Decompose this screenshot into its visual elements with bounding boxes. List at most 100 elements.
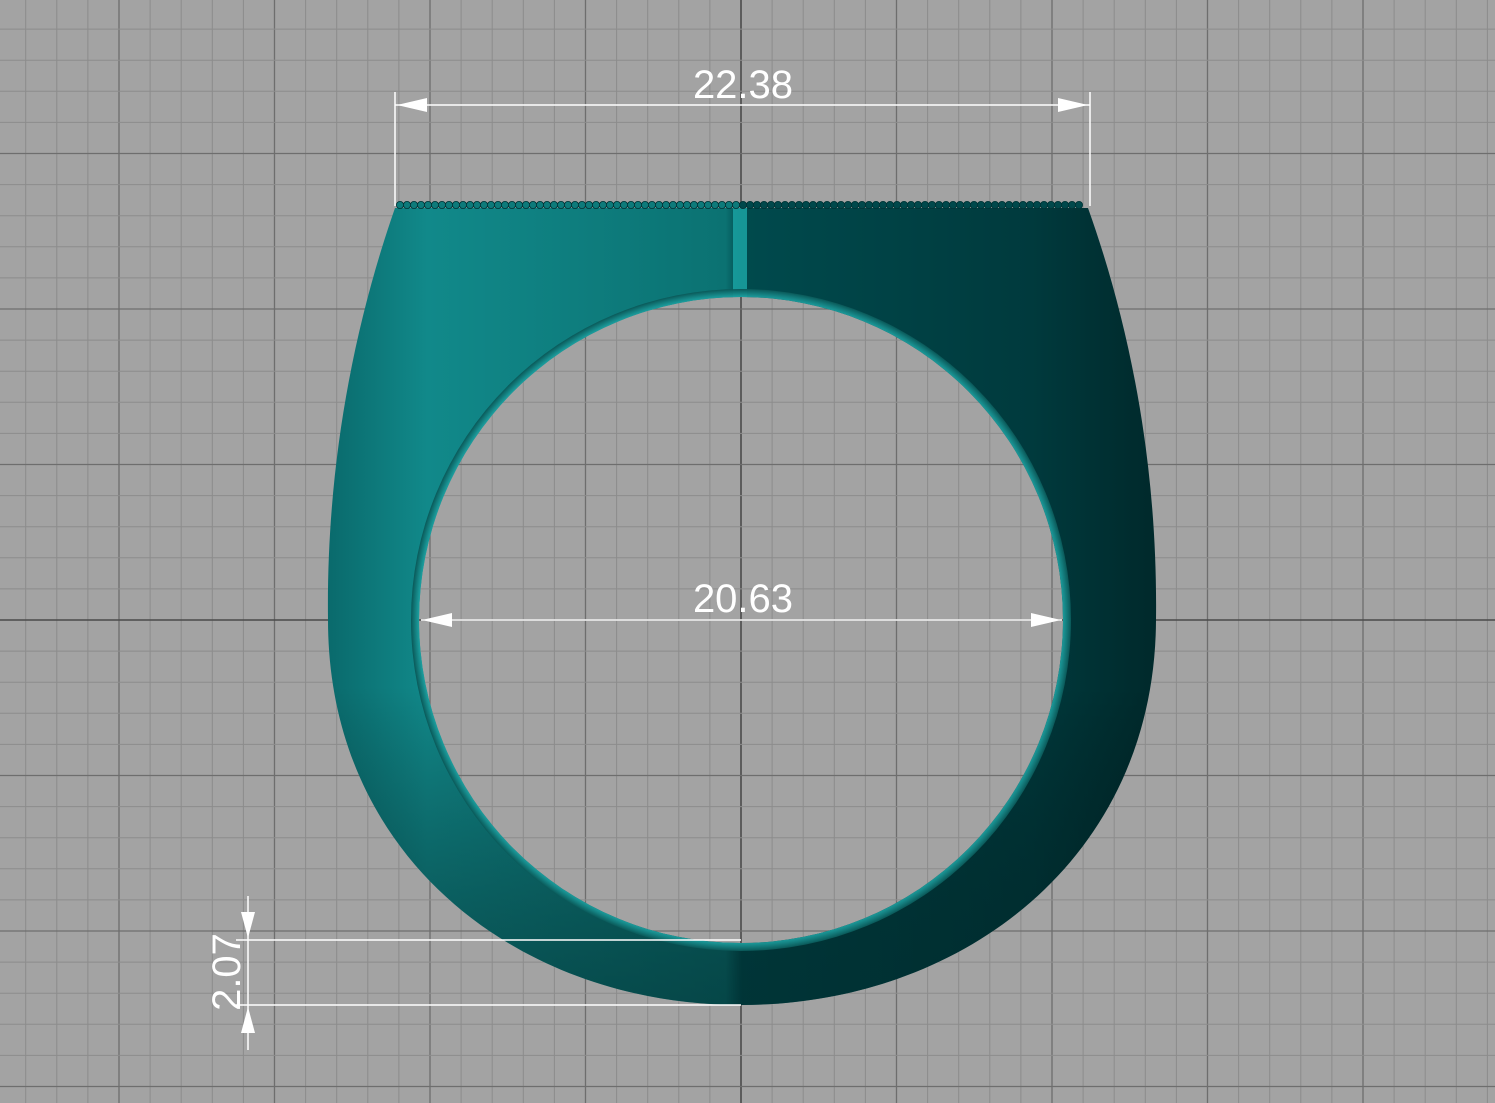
pave-stone — [774, 200, 783, 209]
pave-stone — [760, 200, 769, 209]
pave-stone — [578, 200, 587, 209]
pave-stone — [486, 200, 495, 209]
pave-stone — [704, 200, 713, 209]
pave-stone — [921, 200, 930, 209]
pave-stone — [529, 200, 538, 209]
pave-stone — [963, 200, 972, 209]
pave-stone — [669, 200, 678, 209]
pave-stone — [416, 200, 425, 209]
pave-stone — [879, 200, 888, 209]
pave-stone — [795, 200, 804, 209]
pave-stone — [816, 200, 825, 209]
pave-stone — [493, 200, 502, 209]
pave-stone — [970, 200, 979, 209]
pave-stone — [900, 200, 909, 209]
pave-stone — [648, 200, 657, 209]
pave-stone — [949, 200, 958, 209]
pave-stone — [697, 200, 706, 209]
pave-stone — [872, 200, 881, 209]
pave-stone — [662, 200, 671, 209]
pave-stone — [907, 200, 916, 209]
pave-stone — [914, 200, 923, 209]
pave-stone — [1047, 200, 1056, 209]
pave-stone — [634, 200, 643, 209]
pave-stone — [479, 200, 488, 209]
pave-stone — [928, 200, 937, 209]
pave-stone — [767, 200, 776, 209]
pave-stone — [1075, 200, 1084, 209]
pave-stones-row — [395, 200, 1084, 209]
pave-stone — [1012, 200, 1021, 209]
ring-top-seam — [733, 208, 747, 303]
pave-stone — [844, 200, 853, 209]
pave-stone — [613, 200, 622, 209]
pave-stone — [977, 200, 986, 209]
pave-stone — [522, 200, 531, 209]
pave-stone — [627, 200, 636, 209]
pave-stone — [753, 200, 762, 209]
pave-stone — [1061, 200, 1070, 209]
pave-stone — [423, 200, 432, 209]
cad-viewport[interactable]: 22.38 20.63 2.07 — [0, 0, 1495, 1103]
pave-stone — [465, 200, 474, 209]
pave-stone — [1033, 200, 1042, 209]
pave-stone — [430, 200, 439, 209]
pave-stone — [956, 200, 965, 209]
pave-stone — [543, 200, 552, 209]
pave-stone — [851, 200, 860, 209]
pave-stone — [984, 200, 993, 209]
pave-stone — [606, 200, 615, 209]
pave-stone — [409, 200, 418, 209]
pave-stone — [837, 200, 846, 209]
pave-stone — [1005, 200, 1014, 209]
pave-stone — [746, 200, 755, 209]
pave-stone — [823, 200, 832, 209]
pave-stone — [571, 200, 580, 209]
pave-stone — [564, 200, 573, 209]
pave-stone — [998, 200, 1007, 209]
pave-stone — [718, 200, 727, 209]
pave-stone — [732, 200, 741, 209]
pave-stone — [886, 200, 895, 209]
pave-stone — [620, 200, 629, 209]
pave-stone — [655, 200, 664, 209]
pave-stone — [402, 200, 411, 209]
pave-stone — [536, 200, 545, 209]
inner-diameter-label: 20.63 — [693, 577, 793, 621]
pave-stone — [935, 200, 944, 209]
pave-stone — [1040, 200, 1049, 209]
pave-stone — [830, 200, 839, 209]
pave-stone — [1019, 200, 1028, 209]
pave-stone — [500, 200, 509, 209]
pave-stone — [395, 200, 404, 209]
pave-stone — [676, 200, 685, 209]
pave-stone — [809, 200, 818, 209]
pave-stone — [683, 200, 692, 209]
pave-stone — [451, 200, 460, 209]
pave-stone — [599, 200, 608, 209]
pave-stone — [739, 200, 748, 209]
pave-stone — [725, 200, 734, 209]
arrow-left-icon — [397, 98, 427, 112]
pave-stone — [557, 200, 566, 209]
pave-stone — [991, 200, 1000, 209]
pave-stone — [641, 200, 650, 209]
pave-stone — [942, 200, 951, 209]
pave-stone — [690, 200, 699, 209]
pave-stone — [788, 200, 797, 209]
pave-stone — [585, 200, 594, 209]
viewport-canvas[interactable]: 22.38 20.63 2.07 — [0, 0, 1495, 1103]
pave-stone — [507, 200, 516, 209]
pave-stone — [1068, 200, 1077, 209]
pave-stone — [458, 200, 467, 209]
pave-stone — [550, 200, 559, 209]
pave-stone — [858, 200, 867, 209]
pave-stone — [444, 200, 453, 209]
pave-stone — [1026, 200, 1035, 209]
pave-stone — [893, 200, 902, 209]
pave-stone — [437, 200, 446, 209]
pave-stone — [865, 200, 874, 209]
pave-stone — [515, 200, 524, 209]
pave-stone — [711, 200, 720, 209]
pave-stone — [592, 200, 601, 209]
